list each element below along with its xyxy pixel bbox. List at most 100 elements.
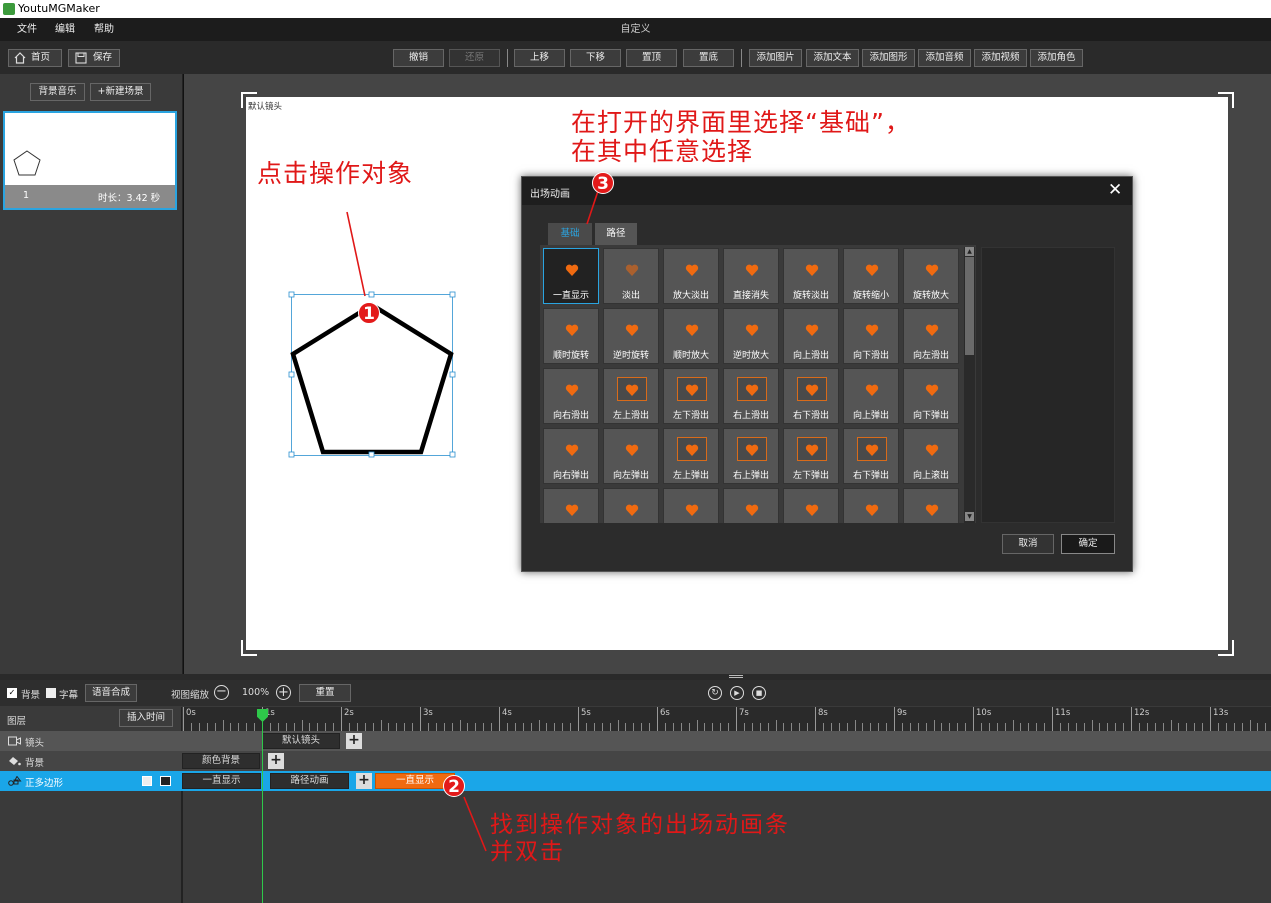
track-polygon[interactable]: 正多边形 一直显示 路径动画 + 一直显示 bbox=[0, 771, 1271, 791]
undo-button[interactable]: 撤销 bbox=[393, 49, 444, 67]
animation-option[interactable] bbox=[723, 488, 779, 523]
animation-option[interactable] bbox=[783, 488, 839, 523]
animation-option[interactable]: 顺时旋转 bbox=[543, 308, 599, 364]
time-ruler[interactable]: 0s 1s 2s 3s 4s 5s 6s 7s 8s 9s 10s 11s 12s 13s bbox=[183, 707, 1271, 731]
ruler-minor-tick bbox=[1194, 723, 1196, 731]
playhead[interactable] bbox=[262, 712, 263, 903]
save-button[interactable]: 保存 bbox=[68, 49, 120, 67]
ok-button[interactable]: 确定 bbox=[1061, 534, 1115, 554]
heart-icon bbox=[925, 383, 939, 397]
ruler-minor-tick bbox=[475, 723, 477, 731]
scene-thumbnail[interactable]: 1 时长：3.42 秒 bbox=[3, 111, 177, 210]
track-background[interactable]: 背景 颜色背景 + bbox=[0, 751, 1271, 771]
animation-option[interactable]: 向上滑出 bbox=[783, 308, 839, 364]
scroll-thumb[interactable] bbox=[965, 257, 974, 355]
clip-color-background[interactable]: 颜色背景 bbox=[182, 753, 260, 769]
animation-option[interactable]: 向下弹出 bbox=[903, 368, 959, 424]
add-image-button[interactable]: 添加图片 bbox=[749, 49, 802, 67]
animation-option[interactable]: 向左滑出 bbox=[903, 308, 959, 364]
home-button[interactable]: 首页 bbox=[8, 49, 62, 67]
animation-option[interactable]: 左上弹出 bbox=[663, 428, 719, 484]
drag-handle-icon[interactable] bbox=[729, 675, 743, 678]
menu-help[interactable]: 帮助 bbox=[94, 18, 114, 41]
animation-option[interactable]: 向右滑出 bbox=[543, 368, 599, 424]
ruler-minor-tick bbox=[1083, 723, 1085, 731]
lock-toggle-icon[interactable] bbox=[142, 776, 152, 786]
move-up-button[interactable]: 上移 bbox=[514, 49, 565, 67]
insert-time-button[interactable]: 插入时间 bbox=[119, 709, 173, 727]
scroll-up-icon[interactable]: ▲ bbox=[965, 247, 974, 256]
menu-file[interactable]: 文件 bbox=[17, 18, 37, 41]
subtitle-checkbox[interactable] bbox=[46, 688, 56, 698]
animation-option[interactable] bbox=[603, 488, 659, 523]
zoom-out-icon[interactable]: − bbox=[214, 685, 229, 700]
redo-button[interactable]: 还原 bbox=[449, 49, 500, 67]
grid-scrollbar[interactable]: ▲ ▼ bbox=[964, 247, 975, 523]
cancel-button[interactable]: 取消 bbox=[1002, 534, 1054, 554]
animation-option[interactable] bbox=[903, 488, 959, 523]
menu-edit[interactable]: 编辑 bbox=[55, 18, 75, 41]
animation-option[interactable] bbox=[543, 488, 599, 523]
reset-zoom-button[interactable]: 重置 bbox=[299, 684, 351, 702]
add-shape-button[interactable]: 添加图形 bbox=[862, 49, 915, 67]
add-clip-icon[interactable]: + bbox=[268, 753, 284, 769]
visibility-toggle-icon[interactable] bbox=[160, 776, 171, 786]
animation-option[interactable]: 右上滑出 bbox=[723, 368, 779, 424]
animation-option-label: 顺时放大 bbox=[672, 351, 709, 361]
animation-option[interactable]: 旋转缩小 bbox=[843, 248, 899, 304]
animation-option[interactable]: 右下滑出 bbox=[783, 368, 839, 424]
animation-option[interactable]: 直接消失 bbox=[723, 248, 779, 304]
play-icon[interactable]: ▶ bbox=[730, 686, 744, 700]
animation-option[interactable]: 右下弹出 bbox=[843, 428, 899, 484]
animation-option[interactable]: 淡出 bbox=[603, 248, 659, 304]
animation-option[interactable]: 逆时放大 bbox=[723, 308, 779, 364]
replay-icon[interactable]: ↻ bbox=[708, 686, 722, 700]
move-down-button[interactable]: 下移 bbox=[570, 49, 621, 67]
animation-option[interactable]: 向上弹出 bbox=[843, 368, 899, 424]
track-camera[interactable]: 镜头 默认镜头 + bbox=[0, 731, 1271, 751]
tts-button[interactable]: 语音合成 bbox=[85, 684, 137, 702]
bring-to-top-button[interactable]: 置顶 bbox=[626, 49, 677, 67]
send-to-bottom-button[interactable]: 置底 bbox=[683, 49, 734, 67]
close-icon[interactable]: ✕ bbox=[1108, 180, 1122, 200]
animation-option[interactable]: 向下滑出 bbox=[843, 308, 899, 364]
heart-icon bbox=[745, 263, 759, 277]
zoom-in-icon[interactable]: + bbox=[276, 685, 291, 700]
add-video-button[interactable]: 添加视频 bbox=[974, 49, 1027, 67]
ruler-minor-tick bbox=[435, 723, 437, 731]
animation-option[interactable]: 向右弹出 bbox=[543, 428, 599, 484]
animation-option[interactable]: 左下弹出 bbox=[783, 428, 839, 484]
animation-option[interactable]: 右上弹出 bbox=[723, 428, 779, 484]
animation-option[interactable]: 放大淡出 bbox=[663, 248, 719, 304]
animation-option-label: 左上滑出 bbox=[612, 411, 649, 421]
add-text-button[interactable]: 添加文本 bbox=[806, 49, 859, 67]
animation-option[interactable]: 逆时旋转 bbox=[603, 308, 659, 364]
add-audio-button[interactable]: 添加音频 bbox=[918, 49, 971, 67]
animation-option[interactable]: 顺时放大 bbox=[663, 308, 719, 364]
background-music-button[interactable]: 背景音乐 bbox=[30, 83, 85, 101]
background-checkbox[interactable]: ✓ bbox=[7, 688, 17, 698]
scroll-down-icon[interactable]: ▼ bbox=[965, 512, 974, 521]
clip-path-animation[interactable]: 路径动画 bbox=[270, 773, 349, 789]
ruler-minor-tick bbox=[1028, 723, 1030, 731]
animation-option[interactable] bbox=[663, 488, 719, 523]
pentagon-thumbnail-icon bbox=[13, 150, 41, 176]
clip-default-camera[interactable]: 默认镜头 bbox=[262, 733, 340, 749]
stop-icon[interactable]: ■ bbox=[752, 686, 766, 700]
ruler-major-tick bbox=[1052, 707, 1053, 731]
ruler-minor-tick bbox=[633, 723, 635, 731]
add-role-button[interactable]: 添加角色 bbox=[1030, 49, 1083, 67]
animation-option[interactable]: 左上滑出 bbox=[603, 368, 659, 424]
add-clip-icon[interactable]: + bbox=[356, 773, 372, 789]
add-clip-icon[interactable]: + bbox=[346, 733, 362, 749]
animation-option[interactable]: 向上滚出 bbox=[903, 428, 959, 484]
animation-option[interactable] bbox=[843, 488, 899, 523]
animation-option[interactable]: 左下滑出 bbox=[663, 368, 719, 424]
animation-option[interactable]: 旋转淡出 bbox=[783, 248, 839, 304]
animation-option[interactable]: 向左弹出 bbox=[603, 428, 659, 484]
animation-option-label: 右下滑出 bbox=[792, 411, 829, 421]
clip-enter-always-show[interactable]: 一直显示 bbox=[182, 773, 261, 789]
animation-option[interactable]: 一直显示 bbox=[543, 248, 599, 304]
new-scene-button[interactable]: +新建场景 bbox=[90, 83, 151, 101]
animation-option[interactable]: 旋转放大 bbox=[903, 248, 959, 304]
